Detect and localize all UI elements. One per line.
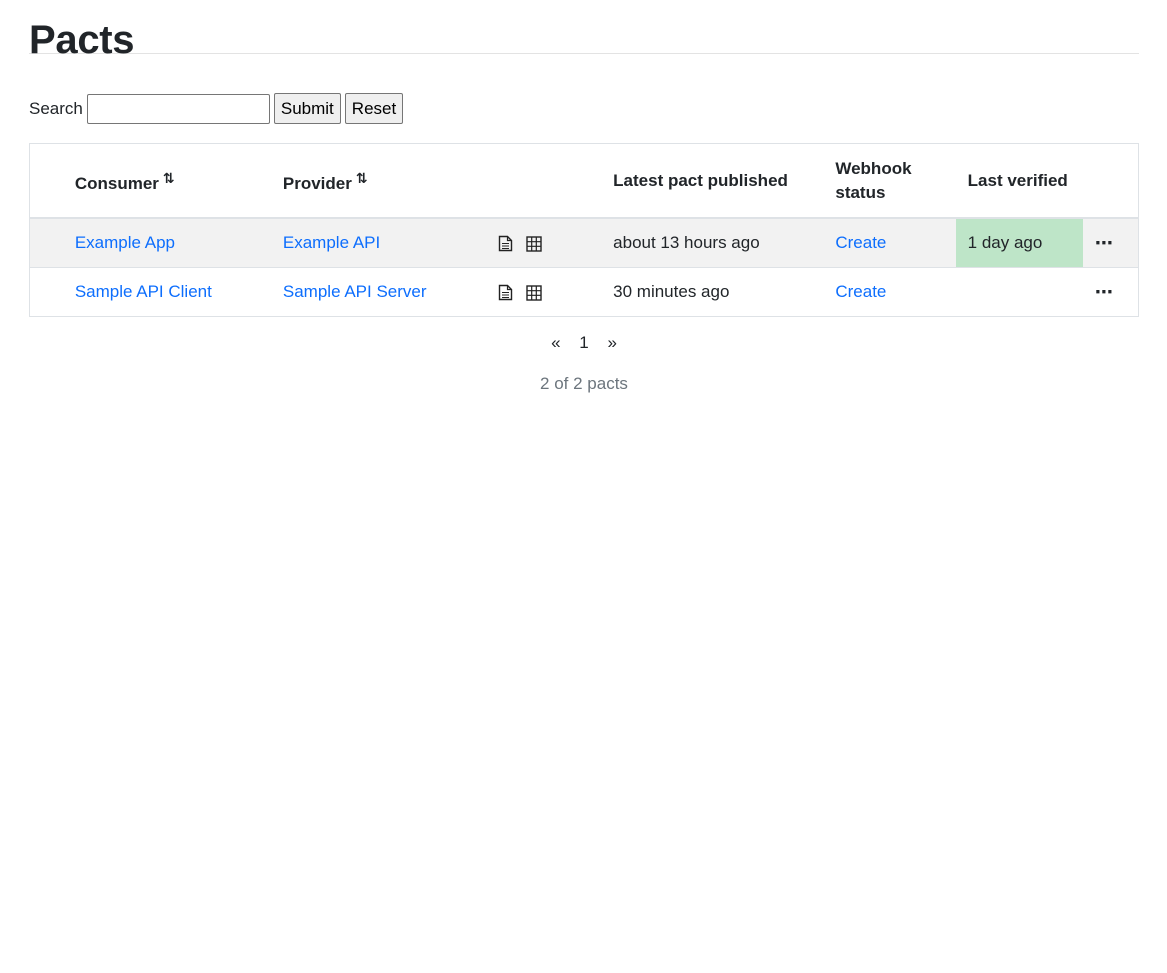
view-links-cell [486, 267, 602, 317]
consumer-cell: Sample API Client [62, 267, 271, 317]
actions-cell: ⋯ [1082, 267, 1139, 317]
search-form: Search Submit Reset [29, 93, 407, 124]
provider-cell: Example API [270, 217, 487, 268]
view-links-cell [486, 217, 602, 268]
table-row: Example App Example API about 13 hours a… [29, 217, 1139, 268]
matrix-grid-icon[interactable] [526, 282, 542, 301]
header-view-links [486, 143, 602, 219]
consumer-link[interactable]: Example App [75, 233, 175, 252]
row-spacer [29, 217, 63, 268]
consumer-cell: Example App [62, 217, 271, 268]
matrix-grid-icon[interactable] [526, 233, 542, 252]
webhook-status-cell: Create [823, 267, 956, 317]
pagination: « 1 » [29, 333, 1139, 353]
header-consumer[interactable]: Consumer ⇅ [62, 143, 271, 219]
search-input[interactable] [86, 93, 270, 124]
search-label: Search [29, 98, 83, 118]
reset-button[interactable]: Reset [344, 93, 404, 124]
pacts-table: Consumer ⇅ Provider ⇅ Latest pact publishe… [29, 143, 1139, 317]
provider-cell: Sample API Server [270, 267, 487, 317]
last-verified-cell [955, 267, 1083, 317]
table-row: Sample API Client Sample API Server 30 m… [29, 267, 1139, 317]
pact-count: 2 of 2 pacts [540, 374, 628, 393]
provider-link[interactable]: Example API [283, 233, 380, 252]
create-webhook-link[interactable]: Create [835, 233, 886, 252]
create-webhook-link[interactable]: Create [835, 282, 886, 301]
pagination-next[interactable]: » [607, 333, 616, 353]
row-spacer [29, 267, 63, 317]
provider-link[interactable]: Sample API Server [283, 282, 427, 301]
latest-published-cell: 30 minutes ago [601, 267, 824, 317]
sort-arrows-icon[interactable]: ⇅ [356, 170, 368, 186]
header-webhook-status: Webhook status [823, 143, 956, 219]
sort-arrows-icon[interactable]: ⇅ [163, 170, 175, 186]
document-icon[interactable] [498, 282, 518, 301]
document-icon[interactable] [498, 233, 518, 252]
table-header-row: Consumer ⇅ Provider ⇅ Latest pact publishe… [29, 143, 1139, 219]
page-title: Pacts [29, 0, 1139, 62]
header-latest-published: Latest pact published [601, 143, 824, 219]
header-provider-label: Provider [282, 173, 352, 193]
pagination-prev[interactable]: « [551, 333, 560, 353]
header-actions [1082, 143, 1139, 219]
latest-published-cell: about 13 hours ago [601, 217, 824, 268]
actions-cell: ⋯ [1082, 217, 1139, 268]
webhook-status-cell: Create [823, 217, 956, 268]
page-container: Pacts Search Submit Reset Consumer ⇅ Prov… [29, 0, 1139, 393]
header-spacer [29, 143, 63, 219]
header-last-verified: Last verified [955, 143, 1083, 219]
last-verified-cell: 1 day ago [955, 217, 1083, 268]
header-provider[interactable]: Provider ⇅ [270, 143, 487, 219]
consumer-link[interactable]: Sample API Client [75, 282, 212, 301]
submit-button[interactable]: Submit [273, 93, 341, 124]
more-actions-icon[interactable]: ⋯ [1095, 282, 1114, 302]
pagination-page-current[interactable]: 1 [579, 333, 588, 353]
more-actions-icon[interactable]: ⋯ [1095, 233, 1114, 253]
header-consumer-label: Consumer [74, 173, 159, 193]
